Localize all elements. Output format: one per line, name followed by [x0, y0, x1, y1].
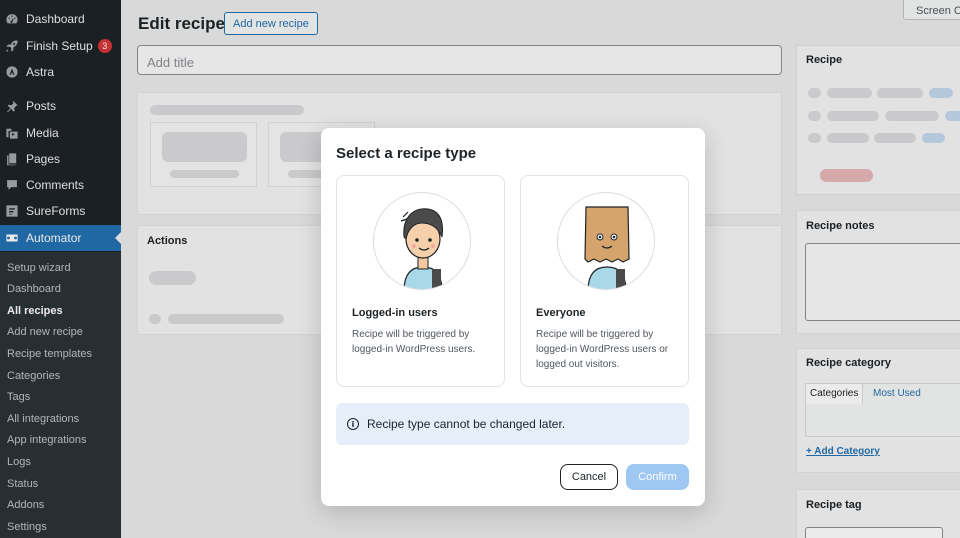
- option-title: Everyone: [536, 307, 586, 319]
- confirm-button[interactable]: Confirm: [626, 464, 689, 490]
- option-everyone[interactable]: Everyone Recipe will be triggered by log…: [520, 175, 689, 387]
- user-avatar-icon: [373, 192, 471, 290]
- modal-title: Select a recipe type: [336, 145, 477, 162]
- cancel-button[interactable]: Cancel: [560, 464, 618, 490]
- select-recipe-type-modal: Select a recipe type Logged-in users Rec…: [321, 128, 705, 506]
- option-description: Recipe will be triggered by logged-in Wo…: [352, 329, 476, 355]
- info-icon: i: [347, 418, 359, 430]
- option-logged-in-users[interactable]: Logged-in users Recipe will be triggered…: [336, 175, 505, 387]
- recipe-type-notice: i Recipe type cannot be changed later.: [336, 403, 689, 445]
- option-description: Recipe will be triggered by logged-in Wo…: [536, 329, 669, 370]
- anonymous-avatar-icon: [557, 192, 655, 290]
- notice-text: Recipe type cannot be changed later.: [367, 417, 566, 431]
- option-title: Logged-in users: [352, 307, 438, 319]
